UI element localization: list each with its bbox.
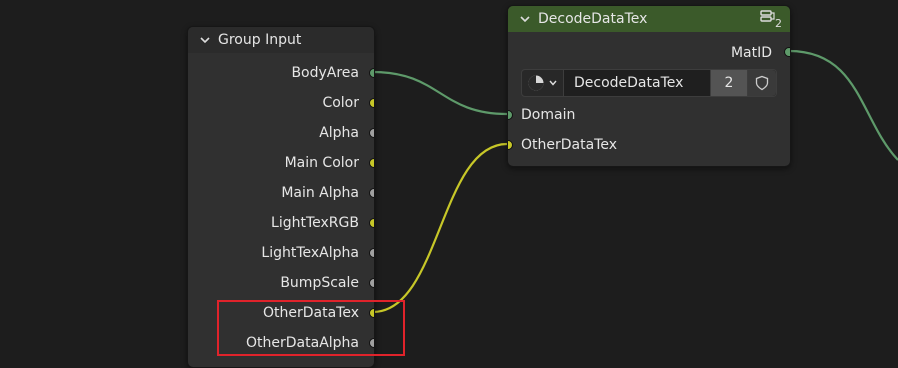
datablock-user-count[interactable]: 2	[710, 70, 747, 96]
node-group-icon[interactable]: 2	[760, 10, 782, 30]
output-label: Main Alpha	[281, 185, 359, 201]
input-socket[interactable]	[508, 140, 513, 150]
output-label: Alpha	[319, 125, 359, 141]
group-input-header[interactable]: Group Input	[188, 27, 374, 53]
socket-matid-output[interactable]	[784, 47, 790, 57]
output-label: MatID	[730, 45, 772, 61]
output-row: Alpha	[188, 118, 359, 148]
fake-user-button[interactable]	[747, 70, 776, 96]
sphere-icon	[528, 75, 544, 91]
output-socket[interactable]	[369, 278, 374, 288]
node-title: Group Input	[218, 32, 302, 48]
output-socket[interactable]	[369, 188, 374, 198]
output-label: LightTexAlpha	[261, 245, 359, 261]
input-label: OtherDataTex	[521, 137, 618, 153]
input-row: Domain	[521, 100, 575, 130]
output-label: Color	[322, 95, 359, 111]
link-matid-out[interactable]	[788, 49, 898, 161]
output-row: LightTexRGB	[188, 208, 359, 238]
output-row: BumpScale	[188, 268, 359, 298]
output-socket[interactable]	[369, 248, 374, 258]
input-label: Domain	[521, 107, 576, 123]
output-row: Main Color	[188, 148, 359, 178]
output-label: BumpScale	[280, 275, 359, 291]
decode-data-tex-node[interactable]: DecodeDataTex 2 MatID DecodeDataTex 2 Do…	[507, 5, 791, 167]
datablock-name-field[interactable]: DecodeDataTex	[564, 70, 710, 96]
node-tree-type-dropdown[interactable]	[522, 70, 564, 96]
output-socket[interactable]	[369, 98, 374, 108]
datablock-selector[interactable]: DecodeDataTex 2	[521, 69, 777, 97]
output-socket[interactable]	[369, 218, 374, 228]
output-matid-row: MatID	[508, 38, 772, 68]
input-row: OtherDataTex	[521, 130, 617, 160]
highlight-box	[217, 300, 405, 356]
output-socket[interactable]	[369, 158, 374, 168]
decode-node-header[interactable]: DecodeDataTex 2	[508, 6, 790, 32]
output-row: LightTexAlpha	[188, 238, 359, 268]
output-label: BodyArea	[291, 65, 359, 81]
output-row: BodyArea	[188, 58, 359, 88]
node-title: DecodeDataTex	[538, 11, 648, 27]
chevron-down-icon[interactable]	[518, 12, 532, 26]
user-count: 2	[775, 17, 782, 30]
chevron-down-icon	[549, 80, 557, 86]
link-bodyarea-domain[interactable]	[372, 70, 508, 116]
link-otherdatatex[interactable]	[372, 142, 508, 314]
input-socket[interactable]	[508, 110, 513, 120]
output-socket[interactable]	[369, 128, 374, 138]
output-socket[interactable]	[369, 68, 374, 78]
output-label: Main Color	[284, 155, 359, 171]
output-row: Color	[188, 88, 359, 118]
output-row: Main Alpha	[188, 178, 359, 208]
shield-icon	[755, 75, 769, 91]
output-label: LightTexRGB	[271, 215, 359, 231]
chevron-down-icon[interactable]	[198, 33, 212, 47]
